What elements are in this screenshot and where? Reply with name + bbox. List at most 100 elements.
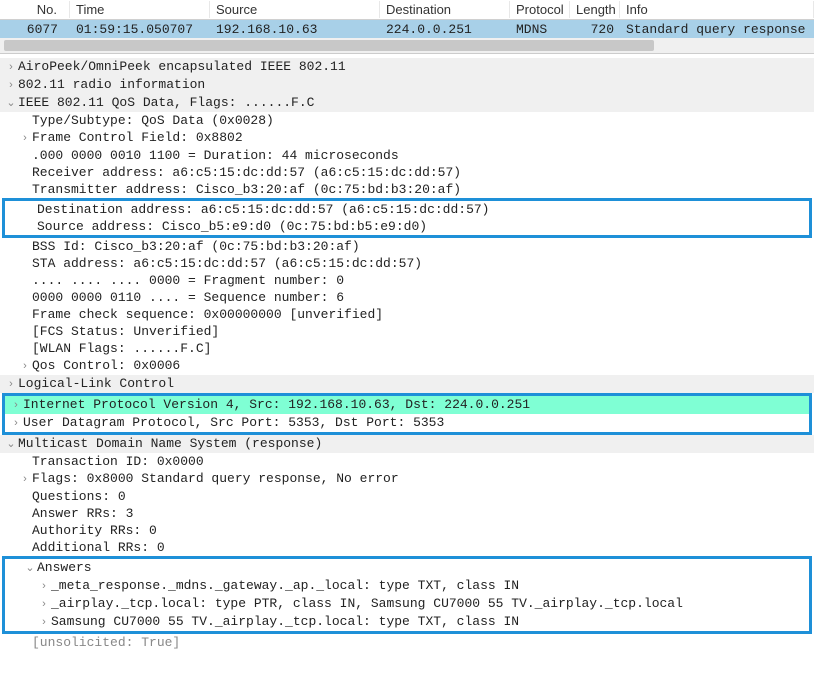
- tree-label: .000 0000 0010 1100 = Duration: 44 micro…: [32, 147, 399, 164]
- cell-no: 6077: [0, 22, 70, 37]
- tree-airopeek[interactable]: › AiroPeek/OmniPeek encapsulated IEEE 80…: [0, 58, 814, 76]
- col-header-time[interactable]: Time: [70, 1, 210, 18]
- expand-icon[interactable]: ›: [18, 358, 32, 375]
- tree-logical-link-control[interactable]: › Logical-Link Control: [0, 375, 814, 393]
- col-header-source[interactable]: Source: [210, 1, 380, 18]
- tree-fcs-status[interactable]: [FCS Status: Unverified]: [0, 323, 814, 340]
- tree-answer-2[interactable]: › _airplay._tcp.local: type PTR, class I…: [5, 595, 809, 613]
- tree-label: STA address: a6:c5:15:dc:dd:57 (a6:c5:15…: [32, 255, 422, 272]
- tree-label: Source address: Cisco_b5:e9:d0 (0c:75:bd…: [37, 218, 427, 235]
- expand-icon[interactable]: ›: [18, 471, 32, 488]
- tree-questions[interactable]: Questions: 0: [0, 488, 814, 505]
- tree-wlan-flags[interactable]: [WLAN Flags: ......F.C]: [0, 340, 814, 357]
- tree-label: User Datagram Protocol, Src Port: 5353, …: [23, 414, 444, 431]
- tree-qos-control[interactable]: › Qos Control: 0x0006: [0, 357, 814, 375]
- expand-icon[interactable]: ›: [4, 376, 18, 393]
- cell-destination: 224.0.0.251: [380, 22, 510, 37]
- tree-radio-info[interactable]: › 802.11 radio information: [0, 76, 814, 94]
- tree-transmitter-address[interactable]: Transmitter address: Cisco_b3:20:af (0c:…: [0, 181, 814, 198]
- col-header-info[interactable]: Info: [620, 1, 814, 18]
- tree-additional-rrs[interactable]: Additional RRs: 0: [0, 539, 814, 556]
- tree-destination-address[interactable]: Destination address: a6:c5:15:dc:dd:57 (…: [5, 201, 809, 218]
- tree-answers[interactable]: ⌄ Answers: [5, 559, 809, 577]
- tree-label: Samsung CU7000 55 TV._airplay._tcp.local…: [51, 613, 519, 630]
- tree-mdns[interactable]: ⌄ Multicast Domain Name System (response…: [0, 435, 814, 453]
- highlight-box-addresses: Destination address: a6:c5:15:dc:dd:57 (…: [2, 198, 812, 238]
- tree-duration[interactable]: .000 0000 0010 1100 = Duration: 44 micro…: [0, 147, 814, 164]
- collapse-icon[interactable]: ⌄: [4, 95, 18, 112]
- packet-row-selected[interactable]: 6077 01:59:15.050707 192.168.10.63 224.0…: [0, 20, 814, 38]
- cell-info: Standard query response: [620, 22, 814, 37]
- col-header-protocol[interactable]: Protocol: [510, 1, 570, 18]
- expand-icon[interactable]: ›: [4, 77, 18, 94]
- tree-label: Answers: [37, 559, 92, 576]
- collapse-icon[interactable]: ⌄: [23, 560, 37, 577]
- highlight-box-answers: ⌄ Answers › _meta_response._mdns._gatewa…: [2, 556, 812, 634]
- tree-label: Frame check sequence: 0x00000000 [unveri…: [32, 306, 383, 323]
- tree-label: Questions: 0: [32, 488, 126, 505]
- tree-label: [WLAN Flags: ......F.C]: [32, 340, 211, 357]
- tree-udp[interactable]: › User Datagram Protocol, Src Port: 5353…: [5, 414, 809, 432]
- tree-answer-rrs[interactable]: Answer RRs: 3: [0, 505, 814, 522]
- tree-authority-rrs[interactable]: Authority RRs: 0: [0, 522, 814, 539]
- tree-fcs[interactable]: Frame check sequence: 0x00000000 [unveri…: [0, 306, 814, 323]
- tree-bss-id[interactable]: BSS Id: Cisco_b3:20:af (0c:75:bd:b3:20:a…: [0, 238, 814, 255]
- tree-fragment-number[interactable]: .... .... .... 0000 = Fragment number: 0: [0, 272, 814, 289]
- tree-label: Internet Protocol Version 4, Src: 192.16…: [23, 396, 530, 413]
- tree-label: _meta_response._mdns._gateway._ap._local…: [51, 577, 519, 594]
- tree-label: 802.11 radio information: [18, 76, 205, 93]
- cell-length: 720: [570, 22, 620, 37]
- tree-label: Receiver address: a6:c5:15:dc:dd:57 (a6:…: [32, 164, 461, 181]
- tree-label: AiroPeek/OmniPeek encapsulated IEEE 802.…: [18, 58, 346, 75]
- expand-icon[interactable]: ›: [4, 59, 18, 76]
- tree-receiver-address[interactable]: Receiver address: a6:c5:15:dc:dd:57 (a6:…: [0, 164, 814, 181]
- tree-label: Transaction ID: 0x0000: [32, 453, 204, 470]
- packet-list-header: No. Time Source Destination Protocol Len…: [0, 0, 814, 20]
- tree-source-address[interactable]: Source address: Cisco_b5:e9:d0 (0c:75:bd…: [5, 218, 809, 235]
- tree-label: IEEE 802.11 QoS Data, Flags: ......F.C: [18, 94, 314, 111]
- expand-icon[interactable]: ›: [37, 578, 51, 595]
- col-header-length[interactable]: Length: [570, 1, 620, 18]
- tree-label: Type/Subtype: QoS Data (0x0028): [32, 112, 274, 129]
- highlight-box-ip-udp: › Internet Protocol Version 4, Src: 192.…: [2, 393, 812, 435]
- tree-label: Multicast Domain Name System (response): [18, 435, 322, 452]
- tree-sequence-number[interactable]: 0000 0000 0110 .... = Sequence number: 6: [0, 289, 814, 306]
- scrollbar-thumb[interactable]: [4, 40, 654, 51]
- tree-label: Logical-Link Control: [18, 375, 174, 392]
- expand-icon[interactable]: ›: [9, 415, 23, 432]
- tree-type-subtype[interactable]: Type/Subtype: QoS Data (0x0028): [0, 112, 814, 129]
- tree-ipv4[interactable]: › Internet Protocol Version 4, Src: 192.…: [5, 396, 809, 414]
- packet-details-tree: › AiroPeek/OmniPeek encapsulated IEEE 80…: [0, 56, 814, 651]
- tree-answer-1[interactable]: › _meta_response._mdns._gateway._ap._loc…: [5, 577, 809, 595]
- tree-transaction-id[interactable]: Transaction ID: 0x0000: [0, 453, 814, 470]
- horizontal-scrollbar[interactable]: [0, 38, 814, 54]
- tree-label: 0000 0000 0110 .... = Sequence number: 6: [32, 289, 344, 306]
- expand-icon[interactable]: ›: [18, 130, 32, 147]
- tree-label: Qos Control: 0x0006: [32, 357, 180, 374]
- tree-label: Destination address: a6:c5:15:dc:dd:57 (…: [37, 201, 489, 218]
- tree-answer-3[interactable]: › Samsung CU7000 55 TV._airplay._tcp.loc…: [5, 613, 809, 631]
- tree-label: BSS Id: Cisco_b3:20:af (0c:75:bd:b3:20:a…: [32, 238, 360, 255]
- tree-sta-address[interactable]: STA address: a6:c5:15:dc:dd:57 (a6:c5:15…: [0, 255, 814, 272]
- tree-label: Frame Control Field: 0x8802: [32, 129, 243, 146]
- tree-label: .... .... .... 0000 = Fragment number: 0: [32, 272, 344, 289]
- tree-flags[interactable]: › Flags: 0x8000 Standard query response,…: [0, 470, 814, 488]
- col-header-destination[interactable]: Destination: [380, 1, 510, 18]
- tree-truncated-line[interactable]: [unsolicited: True]: [0, 634, 814, 651]
- col-header-no[interactable]: No.: [0, 1, 70, 18]
- tree-label: Authority RRs: 0: [32, 522, 157, 539]
- tree-label: Additional RRs: 0: [32, 539, 165, 556]
- cell-source: 192.168.10.63: [210, 22, 380, 37]
- collapse-icon[interactable]: ⌄: [4, 436, 18, 453]
- tree-frame-control[interactable]: › Frame Control Field: 0x8802: [0, 129, 814, 147]
- tree-ieee-80211[interactable]: ⌄ IEEE 802.11 QoS Data, Flags: ......F.C: [0, 94, 814, 112]
- tree-label: Flags: 0x8000 Standard query response, N…: [32, 470, 399, 487]
- tree-label: Answer RRs: 3: [32, 505, 133, 522]
- expand-icon[interactable]: ›: [9, 397, 23, 414]
- cell-protocol: MDNS: [510, 22, 570, 37]
- tree-label: Transmitter address: Cisco_b3:20:af (0c:…: [32, 181, 461, 198]
- cell-time: 01:59:15.050707: [70, 22, 210, 37]
- tree-label: [FCS Status: Unverified]: [32, 323, 219, 340]
- expand-icon[interactable]: ›: [37, 596, 51, 613]
- expand-icon[interactable]: ›: [37, 614, 51, 631]
